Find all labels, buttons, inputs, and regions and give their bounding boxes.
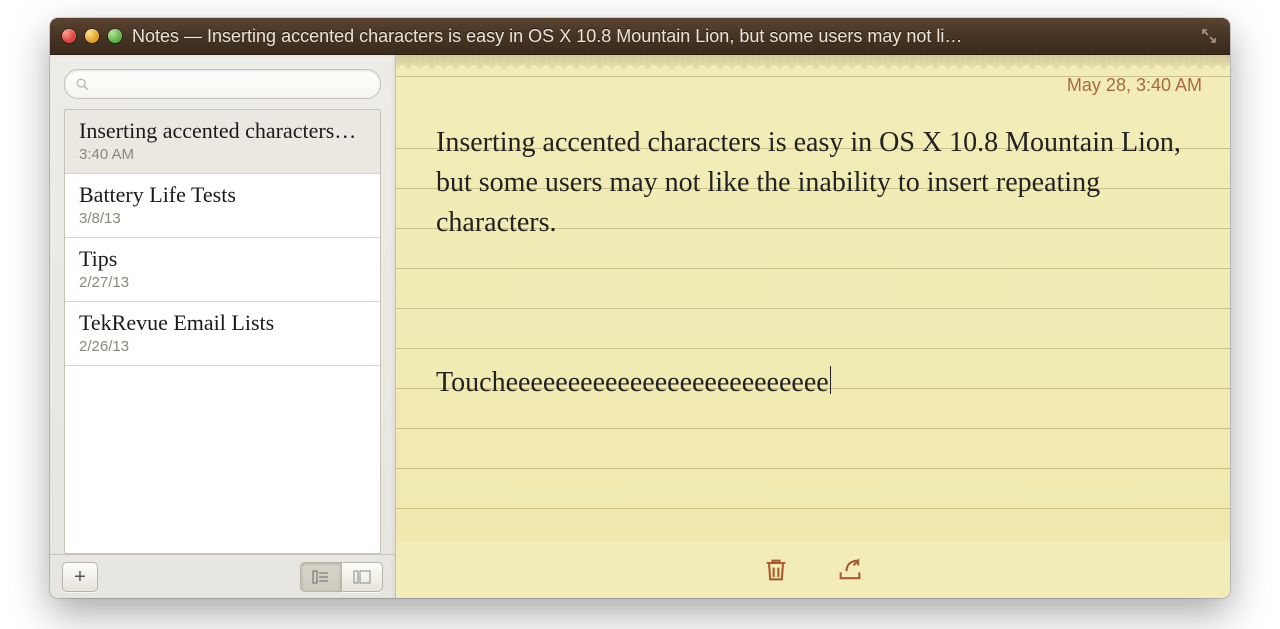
note-list-title: TekRevue Email Lists (79, 310, 366, 336)
list-view-button[interactable] (300, 562, 342, 592)
minimize-window-button[interactable] (85, 29, 99, 43)
notes-list: Inserting accented characters… 3:40 AM B… (64, 109, 381, 554)
sidebar-footer: + (50, 554, 395, 598)
note-body[interactable]: Inserting accented characters is easy in… (436, 83, 1190, 403)
note-only-view-button[interactable] (342, 562, 383, 592)
text-cursor (830, 366, 831, 394)
zoom-window-button[interactable] (108, 29, 122, 43)
share-icon (836, 556, 864, 584)
torn-edge (396, 55, 1230, 69)
note-list-title: Battery Life Tests (79, 182, 366, 208)
note-list-item[interactable]: Tips 2/27/13 (65, 238, 380, 302)
note-list-item[interactable]: Battery Life Tests 3/8/13 (65, 174, 380, 238)
new-note-button[interactable]: + (62, 562, 98, 592)
note-list-item[interactable]: Inserting accented characters… 3:40 AM (65, 110, 380, 174)
note-paper[interactable]: May 28, 3:40 AM Inserting accented chara… (396, 69, 1230, 541)
note-pane: May 28, 3:40 AM Inserting accented chara… (396, 55, 1230, 598)
fullscreen-button[interactable] (1200, 27, 1218, 45)
note-list-title: Inserting accented characters… (79, 118, 366, 144)
note-view-icon (353, 570, 371, 584)
note-actions (396, 541, 1230, 598)
note-list-date: 2/27/13 (79, 274, 366, 291)
note-list-date: 3:40 AM (79, 146, 366, 163)
note-list-date: 2/26/13 (79, 338, 366, 355)
titlebar: Notes — Inserting accented characters is… (50, 18, 1230, 55)
delete-note-button[interactable] (762, 556, 790, 584)
notes-window: Notes — Inserting accented characters is… (50, 18, 1230, 598)
trash-icon (762, 556, 790, 584)
search-input[interactable] (95, 75, 370, 93)
sidebar: Inserting accented characters… 3:40 AM B… (50, 55, 396, 598)
close-window-button[interactable] (62, 29, 76, 43)
share-note-button[interactable] (836, 556, 864, 584)
note-list-item[interactable]: TekRevue Email Lists 2/26/13 (65, 302, 380, 366)
window-title: Notes — Inserting accented characters is… (132, 26, 1190, 47)
view-toggle (300, 562, 383, 592)
search-icon (75, 77, 89, 91)
note-timestamp: May 28, 3:40 AM (1067, 75, 1202, 96)
note-list-title: Tips (79, 246, 366, 272)
note-list-date: 3/8/13 (79, 210, 366, 227)
search-field[interactable] (64, 69, 381, 99)
list-view-icon (312, 570, 330, 584)
traffic-lights (62, 29, 122, 43)
